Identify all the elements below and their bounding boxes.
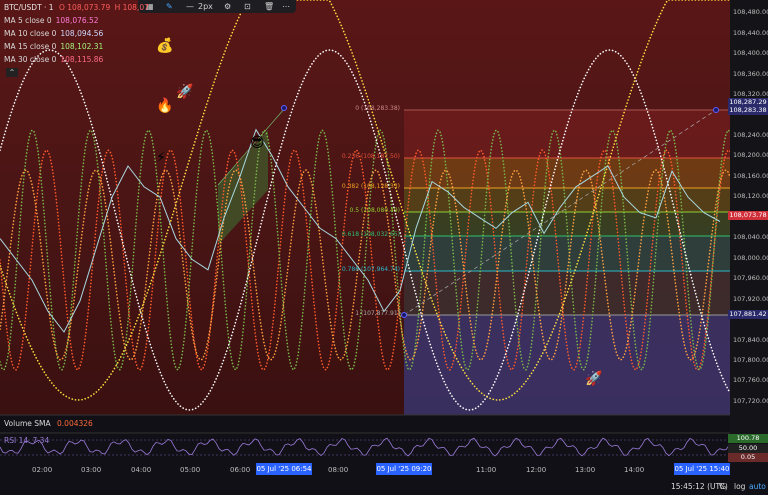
fib-level-label: 1 (107,877.91): [355, 310, 400, 317]
collapse-legend-icon[interactable]: ⌃: [6, 68, 18, 77]
price-axis-label: 108,440.00: [733, 29, 768, 37]
price-chart[interactable]: [0, 0, 768, 495]
rsi-legend: RSI 14 7.34: [4, 436, 49, 446]
time-axis-label: 06:00: [230, 466, 251, 474]
pencil-icon[interactable]: ✎: [166, 0, 173, 13]
settings-icon[interactable]: ⚙: [224, 0, 231, 13]
fib-level-label: 0 (108,283.38): [355, 105, 400, 112]
time-axis-label: 02:00: [32, 466, 53, 474]
price-axis-label: 108,320.00: [733, 90, 768, 98]
ma-value: 108,076.52: [55, 16, 99, 25]
more-icon[interactable]: ⋯: [282, 0, 290, 13]
price-tag-current: 108,073.78: [728, 211, 768, 220]
auto-toggle[interactable]: auto: [749, 482, 766, 491]
ma-legend-row[interactable]: MA 15 close 0 108,102.31: [4, 42, 103, 52]
price-axis-label: 108,200.00: [733, 151, 768, 159]
price-axis-label: 108,480.00: [733, 8, 768, 16]
open-value: O 108,073.79: [58, 3, 111, 12]
time-axis-label: 08:00: [328, 466, 349, 474]
time-axis-label: 05:00: [180, 466, 201, 474]
rsi-value: 7.34: [32, 436, 50, 445]
time-tag-end: 05 Jul '25 15:40: [674, 463, 730, 475]
price-axis-label: 107,920.00: [733, 295, 768, 303]
price-axis-label: 107,760.00: [733, 376, 768, 384]
fib-level-label: 0.382 (108,128.33): [341, 183, 400, 190]
ma-label: MA 10 close 0: [4, 29, 57, 38]
price-axis-label: 108,040.00: [733, 233, 768, 241]
ma-legend-row[interactable]: MA 10 close 0 108,094.56: [4, 29, 103, 39]
ma-label: MA 15 close 0: [4, 42, 57, 51]
line-width-label[interactable]: 2px: [198, 0, 213, 13]
time-axis-label: 14:00: [624, 466, 645, 474]
ma-legend-row[interactable]: MA 5 close 0 108,076.52: [4, 16, 99, 26]
price-axis-label: 108,360.00: [733, 70, 768, 78]
time-axis-label: 11:00: [476, 466, 497, 474]
ma-value: 108,102.31: [60, 42, 104, 51]
price-axis-label: 108,120.00: [733, 192, 768, 200]
log-toggle[interactable]: log: [734, 482, 745, 491]
price-axis-label: 108,400.00: [733, 49, 768, 57]
lock-icon[interactable]: ⊡: [244, 0, 251, 13]
fib-level-label: 0.786 (107,964.74): [341, 266, 400, 273]
money-bag-icon: 💰: [156, 38, 174, 54]
high-value: H 108,07: [114, 3, 149, 12]
symbol-title[interactable]: BTC/USDT · 1: [4, 3, 54, 12]
price-axis-label: 107,960.00: [733, 274, 768, 282]
drawing-toolbar: ▦ ✎ — 2px ⚙ ⊡ 🗑 ⋯: [138, 0, 296, 13]
fib-level-label: 0.236 (108,187.50): [341, 153, 400, 160]
time-tag-mid: 05 Jul '25 09:20: [376, 463, 432, 475]
rsi-label: RSI 14: [4, 436, 29, 445]
rsi-axis-low: 0.05: [728, 453, 768, 462]
rsi-axis-mid: 50.00: [728, 444, 768, 453]
fib-level-label: 0.5 (108,080.49): [349, 207, 400, 214]
time-axis-label: 03:00: [81, 466, 102, 474]
time-axis-label: 04:00: [131, 466, 152, 474]
price-tag-low: 107,881.42: [728, 310, 768, 319]
zap-icon: ⚡: [156, 150, 166, 166]
ma-legend-row[interactable]: MA 30 close 0 108,115.86: [4, 55, 103, 65]
time-axis-label: 12:00: [526, 466, 547, 474]
price-axis-label: 107,720.00: [733, 397, 768, 405]
ma-label: MA 5 close 0: [4, 16, 52, 25]
price-axis-label: 107,840.00: [733, 336, 768, 344]
price-axis-label: 108,160.00: [733, 172, 768, 180]
fib-level-label: 0.618 (108,032.65): [341, 231, 400, 238]
rsi-axis-top: 100.78: [728, 434, 768, 443]
time-tag-start: 05 Jul '25 06:54: [256, 463, 312, 475]
volume-legend: Volume SMA 0.004326: [4, 419, 93, 429]
rocket-icon: 🚀: [176, 84, 194, 100]
rocket-icon: 🚀: [585, 371, 603, 387]
price-axis-label: 108,240.00: [733, 131, 768, 139]
symbol-header: BTC/USDT · 1 O 108,073.79 H 108,07: [4, 3, 149, 13]
price-axis-label: 108,000.00: [733, 254, 768, 262]
percent-toggle[interactable]: %: [719, 482, 726, 491]
volume-value: 0.004326: [57, 419, 93, 428]
time-axis-label: 13:00: [575, 466, 596, 474]
ma-label: MA 30 close 0: [4, 55, 57, 64]
ma-value: 108,094.56: [60, 29, 104, 38]
price-axis-label: 107,800.00: [733, 356, 768, 364]
trash-icon[interactable]: 🗑: [264, 0, 274, 13]
ma-value: 108,115.86: [60, 55, 104, 64]
cool-face-icon: 😎: [250, 135, 265, 151]
price-tag-fib-zero: 108,283.38: [728, 106, 768, 115]
volume-label: Volume SMA: [4, 419, 51, 428]
line-width-icon[interactable]: —: [186, 0, 194, 13]
fire-icon: 🔥: [156, 98, 174, 114]
